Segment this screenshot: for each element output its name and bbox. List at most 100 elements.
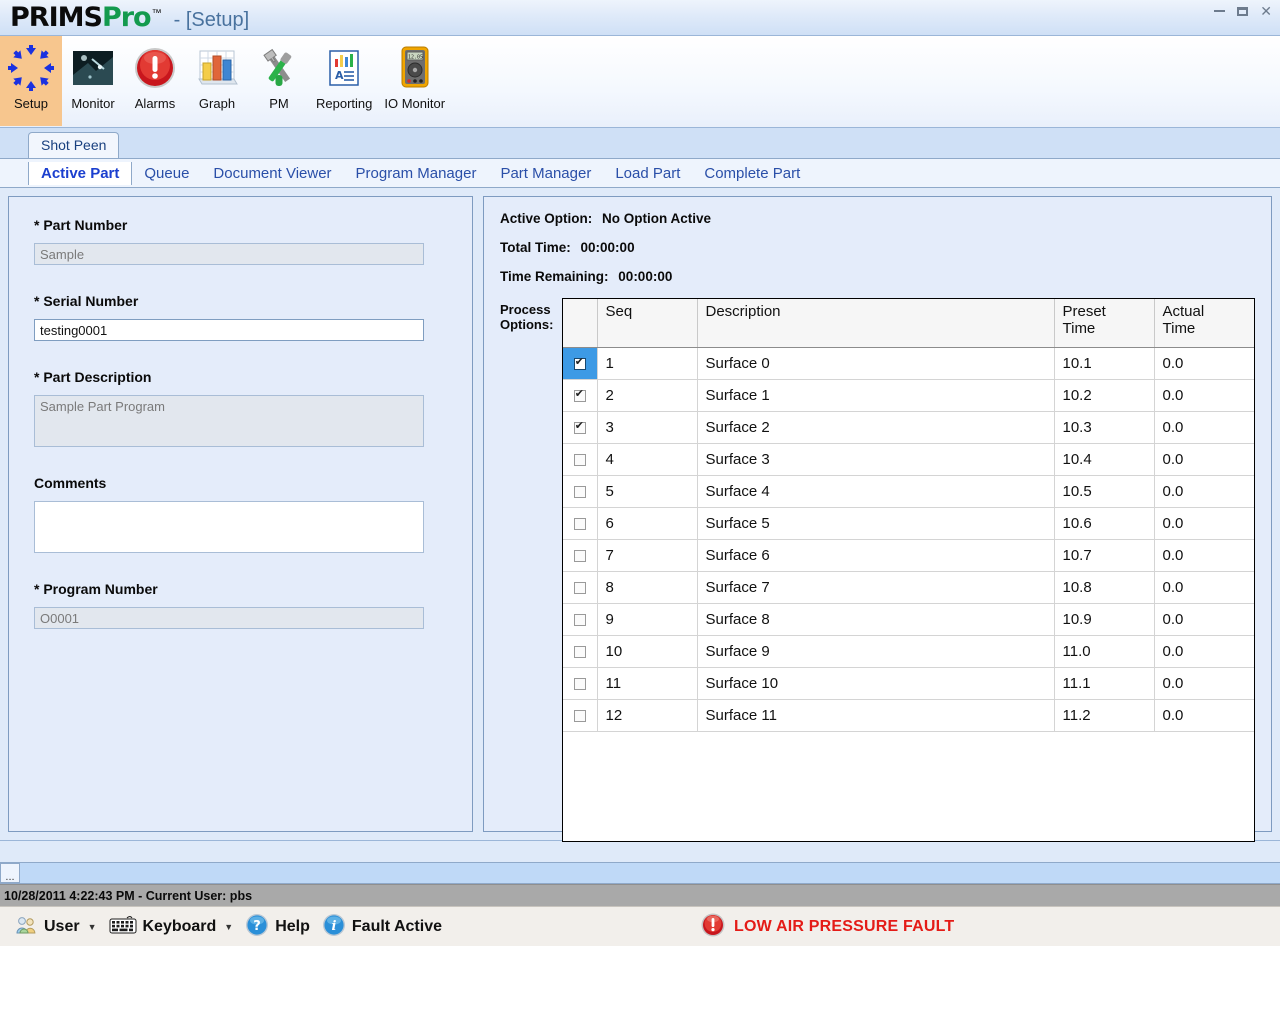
brand-secondary: Pro — [101, 2, 152, 33]
toolbar-item-pm[interactable]: PM — [248, 36, 310, 126]
table-row[interactable]: 4 Surface 3 10.4 0.0 — [563, 443, 1254, 476]
workspace: * Part Number Sample * Serial Number tes… — [0, 188, 1280, 842]
column-header-seq[interactable]: Seq — [597, 299, 698, 348]
checkbox-icon[interactable] — [573, 677, 586, 690]
toolbar-item-io-monitor[interactable]: 12.05 IO Monitor — [378, 36, 451, 126]
chevron-down-icon[interactable]: ▼ — [88, 922, 97, 932]
toolbar-label-alarms: Alarms — [134, 96, 176, 111]
cell-actual-time: 0.0 — [1154, 443, 1254, 476]
checkbox-icon[interactable] — [573, 645, 586, 658]
row-checkbox-cell[interactable] — [563, 699, 598, 732]
table-row[interactable]: 10 Surface 9 11.0 0.0 — [563, 635, 1254, 668]
row-checkbox-cell[interactable] — [563, 507, 598, 540]
cell-preset-time: 10.1 — [1054, 347, 1155, 380]
row-checkbox-cell[interactable] — [563, 667, 598, 700]
toolbar-label-setup: Setup — [14, 96, 48, 111]
cell-description: Surface 3 — [697, 443, 1055, 476]
cell-seq: 3 — [597, 411, 698, 444]
close-icon[interactable]: ✕ — [1260, 4, 1272, 18]
checkbox-icon[interactable] — [573, 420, 586, 434]
column-header-check — [563, 299, 598, 348]
cell-seq: 9 — [597, 603, 698, 636]
cell-actual-time: 0.0 — [1154, 571, 1254, 604]
bottom-item-keyboard[interactable]: Keyboard ▼ — [103, 914, 240, 939]
bottom-item-fault-active[interactable]: i Fault Active — [316, 913, 448, 940]
total-time-value: 00:00:00 — [580, 240, 635, 255]
column-header-actual-time[interactable]: Actual Time — [1154, 299, 1254, 348]
sub-tab-strip: Active Part Queue Document Viewer Progra… — [0, 158, 1280, 188]
fault-message: LOW AIR PRESSURE FAULT — [734, 917, 955, 935]
serial-number-input[interactable]: testing0001 — [34, 319, 424, 341]
row-checkbox-cell[interactable] — [563, 443, 598, 476]
tab-load-part[interactable]: Load Part — [603, 162, 692, 185]
part-details-panel: * Part Number Sample * Serial Number tes… — [8, 196, 473, 832]
table-row[interactable]: 11 Surface 10 11.1 0.0 — [563, 667, 1254, 700]
checkbox-icon[interactable] — [573, 388, 586, 402]
toolbar-item-alarms[interactable]: Alarms — [124, 36, 186, 126]
table-row[interactable]: 1 Surface 0 10.1 0.0 — [563, 347, 1254, 380]
chevron-down-icon[interactable]: ▼ — [224, 922, 233, 932]
checkbox-icon[interactable] — [573, 485, 586, 498]
tab-complete-part[interactable]: Complete Part — [692, 162, 812, 185]
table-row[interactable]: 2 Surface 1 10.2 0.0 — [563, 379, 1254, 412]
part-number-input[interactable]: Sample — [34, 243, 424, 265]
top-tab-strip: Shot Peen — [0, 128, 1280, 158]
tab-part-manager[interactable]: Part Manager — [488, 162, 603, 185]
cell-seq: 10 — [597, 635, 698, 668]
table-row[interactable]: 3 Surface 2 10.3 0.0 — [563, 411, 1254, 444]
row-checkbox-cell[interactable] — [563, 635, 598, 668]
bottom-item-help[interactable]: ? Help — [239, 913, 316, 940]
process-options-grid[interactable]: Seq Description Preset Time Actual Time — [562, 298, 1255, 842]
cell-preset-time: 11.2 — [1054, 699, 1155, 732]
tab-shot-peen[interactable]: Shot Peen — [28, 132, 120, 158]
serial-number-label: * Serial Number — [34, 293, 139, 309]
checkbox-icon[interactable] — [573, 517, 586, 530]
tab-active-part[interactable]: Active Part — [28, 161, 133, 185]
row-checkbox-cell[interactable] — [563, 603, 598, 636]
restore-icon[interactable] — [1237, 4, 1249, 18]
checkbox-icon[interactable] — [573, 581, 586, 594]
expand-button[interactable]: ... — [0, 863, 20, 883]
toolbar-item-graph[interactable]: Graph — [186, 36, 248, 126]
checkbox-icon[interactable] — [573, 709, 586, 722]
column-header-description[interactable]: Description — [697, 299, 1055, 348]
table-row[interactable]: 7 Surface 6 10.7 0.0 — [563, 539, 1254, 572]
checkbox-icon[interactable] — [573, 549, 586, 562]
row-checkbox-cell[interactable] — [563, 475, 598, 508]
minimize-icon[interactable] — [1214, 4, 1226, 18]
column-header-preset-time[interactable]: Preset Time — [1054, 299, 1155, 348]
bottom-item-user[interactable]: User ▼ — [8, 913, 103, 940]
comments-input[interactable] — [34, 501, 424, 553]
row-checkbox-cell[interactable] — [563, 539, 598, 572]
table-row[interactable]: 8 Surface 7 10.8 0.0 — [563, 571, 1254, 604]
cell-actual-time: 0.0 — [1154, 411, 1254, 444]
toolbar-item-monitor[interactable]: Monitor — [62, 36, 124, 126]
table-row[interactable]: 12 Surface 11 11.2 0.0 — [563, 699, 1254, 732]
checkbox-icon[interactable] — [573, 613, 586, 626]
toolbar-label-monitor: Monitor — [71, 96, 115, 111]
row-checkbox-cell[interactable] — [563, 571, 598, 604]
cell-actual-time: 0.0 — [1154, 699, 1254, 732]
fault-indicator: LOW AIR PRESSURE FAULT — [700, 912, 954, 941]
checkbox-icon[interactable] — [573, 356, 586, 370]
table-row[interactable]: 5 Surface 4 10.5 0.0 — [563, 475, 1254, 508]
table-row[interactable]: 9 Surface 8 10.9 0.0 — [563, 603, 1254, 636]
alarm-exclamation-icon — [130, 40, 180, 95]
part-description-input[interactable]: Sample Part Program — [34, 395, 424, 447]
program-number-input[interactable]: O0001 — [34, 607, 424, 629]
tab-document-viewer[interactable]: Document Viewer — [201, 162, 343, 185]
toolbar-item-reporting[interactable]: A Reporting — [310, 36, 378, 126]
table-row[interactable]: 6 Surface 5 10.6 0.0 — [563, 507, 1254, 540]
checkbox-icon[interactable] — [573, 453, 586, 466]
tab-program-manager[interactable]: Program Manager — [344, 162, 489, 185]
keyboard-icon — [109, 914, 137, 939]
tab-queue[interactable]: Queue — [132, 162, 201, 185]
info-icon: i — [322, 913, 346, 940]
toolbar-item-setup[interactable]: Setup — [0, 36, 62, 126]
row-checkbox-cell[interactable] — [563, 347, 598, 380]
row-checkbox-cell[interactable] — [563, 379, 598, 412]
cell-seq: 5 — [597, 475, 698, 508]
row-checkbox-cell[interactable] — [563, 411, 598, 444]
preset-time-header-line1: Preset — [1062, 303, 1106, 320]
cell-description: Surface 6 — [697, 539, 1055, 572]
